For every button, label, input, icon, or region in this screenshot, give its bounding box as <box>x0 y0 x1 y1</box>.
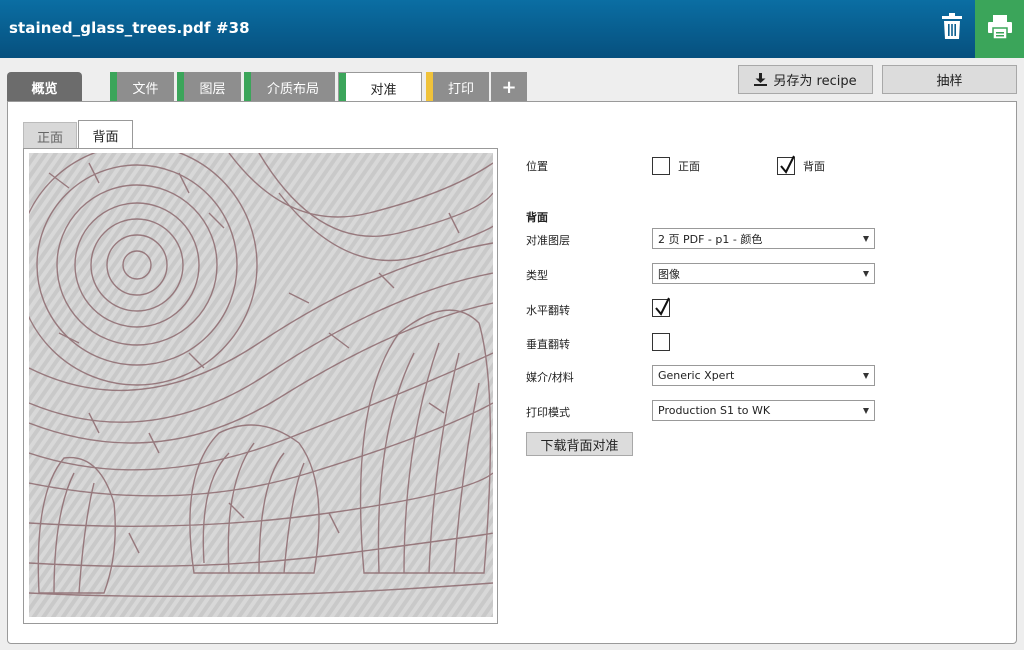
printer-icon <box>988 15 1012 39</box>
trash-icon <box>942 13 962 39</box>
flip-horizontal-label: 水平翻转 <box>526 304 570 317</box>
chevron-down-icon <box>863 408 869 414</box>
position-back-checkbox[interactable] <box>777 155 795 175</box>
tab-label: 概览 <box>31 81 58 97</box>
tab-media-layout[interactable]: 介质布局 <box>244 72 335 102</box>
position-front-checkbox[interactable] <box>652 157 670 175</box>
save-recipe-label: 另存为 recipe <box>773 74 857 89</box>
checkmark-icon <box>780 155 795 174</box>
tab-file[interactable]: 文件 <box>110 72 174 102</box>
tab-print[interactable]: 打印 <box>426 72 489 102</box>
download-icon <box>754 73 768 86</box>
position-label: 位置 <box>526 160 548 173</box>
flip-vertical-label: 垂直翻转 <box>526 338 570 351</box>
status-bar <box>426 72 433 102</box>
type-label: 类型 <box>526 269 548 282</box>
select-value: Production S1 to WK <box>658 404 771 417</box>
registration-layer-select[interactable]: 2 页 PDF - p1 - 颜色 <box>652 228 875 249</box>
print-mode-label: 打印模式 <box>526 406 570 419</box>
tab-overview[interactable]: 概览 <box>7 72 82 102</box>
chevron-down-icon <box>863 271 869 277</box>
print-button[interactable] <box>975 0 1024 58</box>
flip-horizontal-checkbox[interactable] <box>652 297 670 317</box>
side-tab-label: 背面 <box>92 129 119 145</box>
app-header: stained_glass_trees.pdf #38 <box>0 0 1024 58</box>
preview-frame <box>23 148 498 624</box>
select-value: 2 页 PDF - p1 - 颜色 <box>658 232 763 246</box>
plus-icon: + <box>501 76 517 98</box>
tab-label: 文件 <box>132 81 159 97</box>
section-title: 背面 <box>526 211 548 224</box>
status-bar <box>110 72 117 102</box>
side-tab-label: 正面 <box>36 130 63 146</box>
status-bar <box>339 73 346 103</box>
document-title: stained_glass_trees.pdf #38 <box>9 19 250 37</box>
delete-button[interactable] <box>930 0 974 58</box>
add-tab-button[interactable]: + <box>491 72 527 102</box>
download-back-registration-label: 下载背面对准 <box>540 438 619 454</box>
select-value: 图像 <box>658 267 680 281</box>
select-value: Generic Xpert <box>658 369 735 382</box>
tab-label: 打印 <box>447 81 474 97</box>
tab-label: 对准 <box>370 82 397 98</box>
chevron-down-icon <box>863 373 869 379</box>
tab-label: 图层 <box>199 81 226 97</box>
chevron-down-icon <box>863 236 869 242</box>
preview-image <box>29 153 493 617</box>
sample-label: 抽样 <box>936 74 963 89</box>
flip-vertical-checkbox[interactable] <box>652 333 670 351</box>
media-select[interactable]: Generic Xpert <box>652 365 875 386</box>
tab-registration[interactable]: 对准 <box>338 72 422 103</box>
type-select[interactable]: 图像 <box>652 263 875 284</box>
status-bar <box>177 72 184 102</box>
tab-layers[interactable]: 图层 <box>177 72 241 102</box>
status-bar <box>244 72 251 102</box>
download-back-registration-button[interactable]: 下载背面对准 <box>526 432 633 456</box>
side-tab-back[interactable]: 背面 <box>78 120 133 149</box>
checkmark-icon <box>655 297 670 316</box>
save-recipe-button[interactable]: 另存为 recipe <box>738 65 873 94</box>
print-mode-select[interactable]: Production S1 to WK <box>652 400 875 421</box>
tab-label: 介质布局 <box>266 81 319 97</box>
side-tab-front[interactable]: 正面 <box>23 122 77 149</box>
media-label: 媒介/材料 <box>526 371 574 384</box>
registration-layer-label: 对准图层 <box>526 234 570 247</box>
position-front-label: 正面 <box>678 160 700 173</box>
position-back-label: 背面 <box>803 160 825 173</box>
sample-button[interactable]: 抽样 <box>882 65 1017 94</box>
